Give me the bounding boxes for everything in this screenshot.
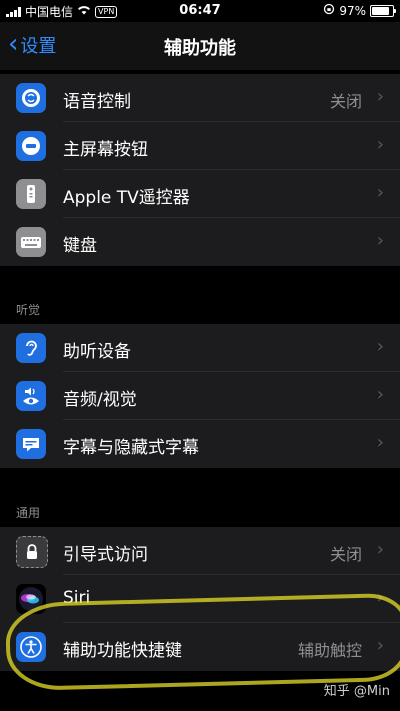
- settings-group-2: 助听设备 › 音频/视觉 › 字幕与隐藏式字幕 ›: [0, 324, 400, 468]
- chevron-right-icon: ›: [376, 635, 384, 656]
- row-label: 音频/视觉: [63, 390, 137, 410]
- chevron-right-icon: ›: [376, 432, 384, 453]
- row-guided-access[interactable]: 引导式访问 关闭 ›: [0, 527, 400, 575]
- rotation-lock-icon: [323, 3, 335, 18]
- row-label: 语音控制: [63, 92, 131, 112]
- row-subtitles[interactable]: 字幕与隐藏式字幕 ›: [0, 420, 400, 468]
- chevron-right-icon: ›: [376, 182, 384, 203]
- row-label: 引导式访问: [63, 545, 148, 565]
- status-right: 97%: [323, 3, 396, 18]
- row-home-button[interactable]: 主屏幕按钮 ›: [0, 122, 400, 170]
- battery-icon: [370, 4, 396, 17]
- row-label: 助听设备: [63, 342, 131, 362]
- lock-icon: [16, 536, 48, 568]
- section-header-general: 通用: [16, 506, 41, 520]
- row-siri[interactable]: Siri ›: [0, 575, 400, 623]
- audio-visual-icon: [16, 381, 46, 411]
- row-keyboard[interactable]: 键盘 ›: [0, 218, 400, 266]
- row-apple-tv-remote[interactable]: Apple TV遥控器 ›: [0, 170, 400, 218]
- chevron-right-icon: ›: [376, 336, 384, 357]
- page-title: 辅助功能: [164, 38, 236, 59]
- row-voice-control[interactable]: 语音控制 关闭 ›: [0, 74, 400, 122]
- row-label: 辅助功能快捷键: [63, 641, 182, 661]
- row-value: 辅助触控: [297, 641, 362, 660]
- row-label: 主屏幕按钮: [63, 140, 148, 160]
- siri-icon: [16, 584, 46, 614]
- watermark: 知乎 @Min: [323, 684, 390, 699]
- chevron-right-icon: ›: [376, 384, 384, 405]
- status-bar: 中国电信 VPN 06:47 97%: [0, 0, 400, 22]
- section-header-hearing: 听觉: [16, 303, 41, 317]
- row-label: Apple TV遥控器: [63, 188, 190, 208]
- accessibility-icon: [16, 632, 46, 662]
- settings-group-3: 引导式访问 关闭 › Siri › 辅助功能快捷键 辅助触控 ›: [0, 527, 400, 671]
- row-audio-visual[interactable]: 音频/视觉 ›: [0, 372, 400, 420]
- settings-group-1: 语音控制 关闭 › 主屏幕按钮 › Apple TV遥控器 › 键盘 ›: [0, 74, 400, 266]
- battery-percent: 97%: [339, 3, 366, 18]
- row-value: 关闭: [329, 545, 362, 564]
- chevron-right-icon: ›: [376, 587, 384, 608]
- subtitles-icon: [16, 429, 46, 459]
- row-label: Siri: [63, 588, 91, 608]
- chevron-right-icon: ›: [376, 134, 384, 155]
- row-label: 键盘: [63, 236, 97, 256]
- nav-bar: ‹ 设置 辅助功能: [0, 22, 400, 70]
- keyboard-icon: [16, 227, 46, 257]
- battery-fill: [372, 6, 390, 15]
- apple-tv-remote-icon: [16, 179, 46, 209]
- chevron-right-icon: ›: [376, 230, 384, 251]
- home-button-icon: [16, 131, 46, 161]
- ear-icon: [16, 333, 46, 363]
- voice-control-icon: [16, 83, 46, 113]
- row-label: 字幕与隐藏式字幕: [63, 438, 199, 458]
- chevron-right-icon: ›: [376, 539, 384, 560]
- row-hearing-devices[interactable]: 助听设备 ›: [0, 324, 400, 372]
- chevron-right-icon: ›: [376, 86, 384, 107]
- row-value: 关闭: [329, 92, 362, 111]
- row-accessibility-shortcut[interactable]: 辅助功能快捷键 辅助触控 ›: [0, 623, 400, 671]
